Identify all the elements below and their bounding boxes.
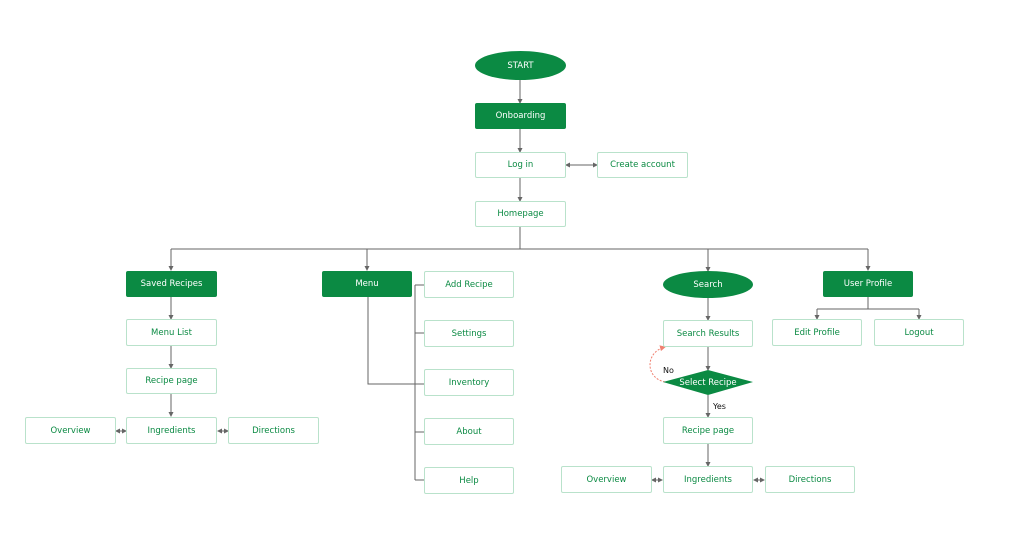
search-results-node: Search Results: [663, 320, 753, 347]
settings-node: Settings: [424, 320, 514, 347]
menu-node: Menu: [322, 271, 412, 297]
menu-list-node: Menu List: [126, 319, 217, 346]
login-node: Log in: [475, 152, 566, 178]
search-directions-node: Directions: [765, 466, 855, 493]
onboarding-node: Onboarding: [475, 103, 566, 129]
no-label: No: [663, 366, 674, 375]
add-recipe-node: Add Recipe: [424, 271, 514, 298]
inventory-node: Inventory: [424, 369, 514, 396]
search-ingredients-node: Ingredients: [663, 466, 753, 493]
start-node: START: [475, 51, 566, 80]
search-recipe-page-node: Recipe page: [663, 417, 753, 444]
edit-profile-node: Edit Profile: [772, 319, 862, 346]
directions-node: Directions: [228, 417, 319, 444]
about-node: About: [424, 418, 514, 445]
select-recipe-label: Select Recipe: [679, 377, 737, 388]
overview-node: Overview: [25, 417, 116, 444]
create-account-node: Create account: [597, 152, 688, 178]
yes-label: Yes: [713, 402, 726, 411]
help-node: Help: [424, 467, 514, 494]
homepage-node: Homepage: [475, 201, 566, 227]
saved-recipes-node: Saved Recipes: [126, 271, 217, 297]
search-overview-node: Overview: [561, 466, 652, 493]
ingredients-node: Ingredients: [126, 417, 217, 444]
recipe-page-node: Recipe page: [126, 368, 217, 394]
logout-node: Logout: [874, 319, 964, 346]
user-profile-node: User Profile: [823, 271, 913, 297]
search-node: Search: [663, 271, 753, 298]
